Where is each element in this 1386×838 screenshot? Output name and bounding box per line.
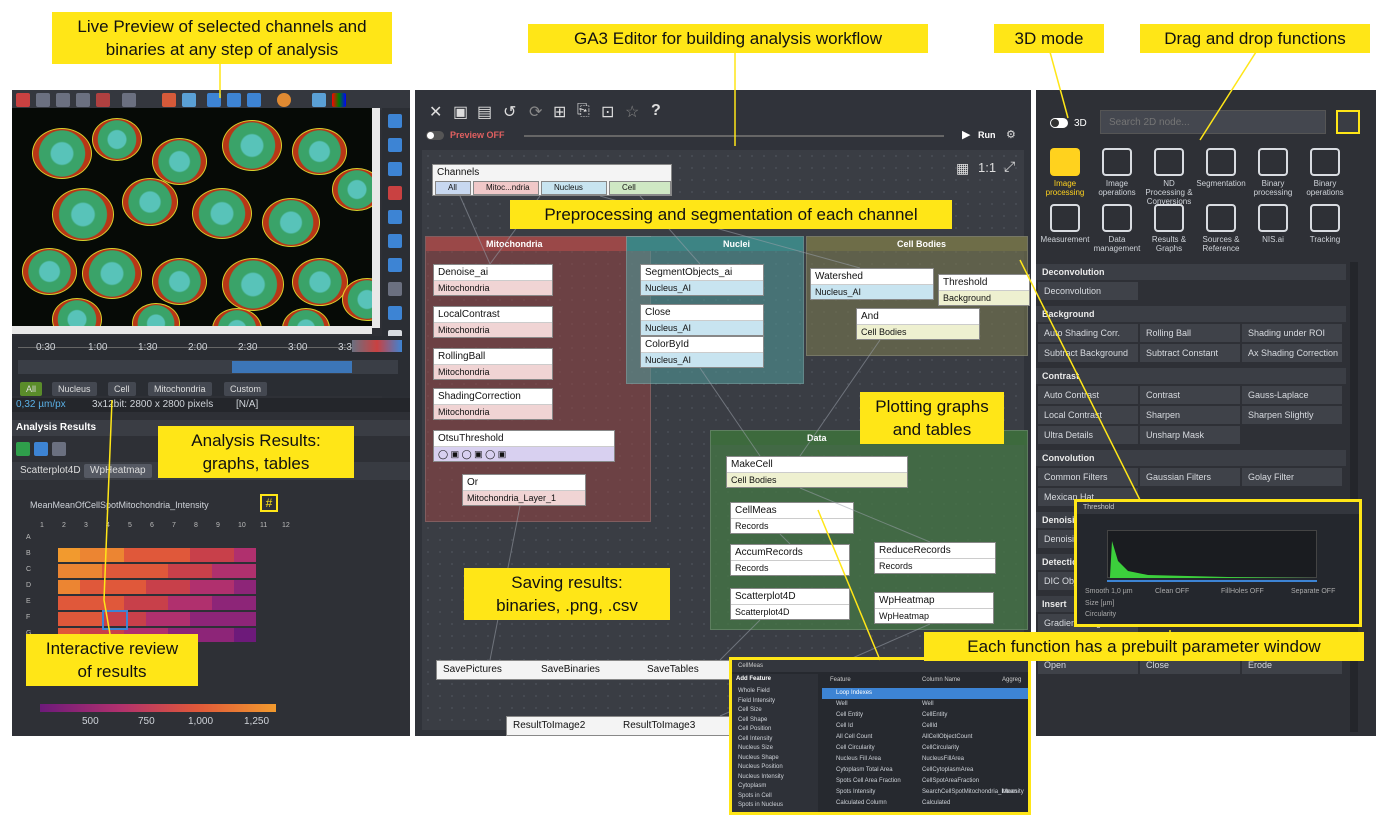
callout-plotting: Plotting graphs and tables [860, 392, 1004, 444]
callout-ga3-editor: GA3 Editor for building analysis workflo… [528, 24, 928, 53]
callout-preprocessing: Preprocessing and segmentation of each c… [510, 200, 952, 229]
callout-interactive-review: Interactive review of results [26, 634, 198, 686]
callout-live-preview: Live Preview of selected channels and bi… [52, 12, 392, 64]
callout-pointers [103, 51, 1257, 661]
callout-3d-mode: 3D mode [994, 24, 1104, 53]
callout-drag-drop: Drag and drop functions [1140, 24, 1370, 53]
callout-analysis-results: Analysis Results: graphs, tables [158, 426, 354, 478]
callout-saving: Saving results: binaries, .png, .csv [464, 568, 670, 620]
callout-parameter-window: Each function has a prebuilt parameter w… [924, 632, 1364, 661]
